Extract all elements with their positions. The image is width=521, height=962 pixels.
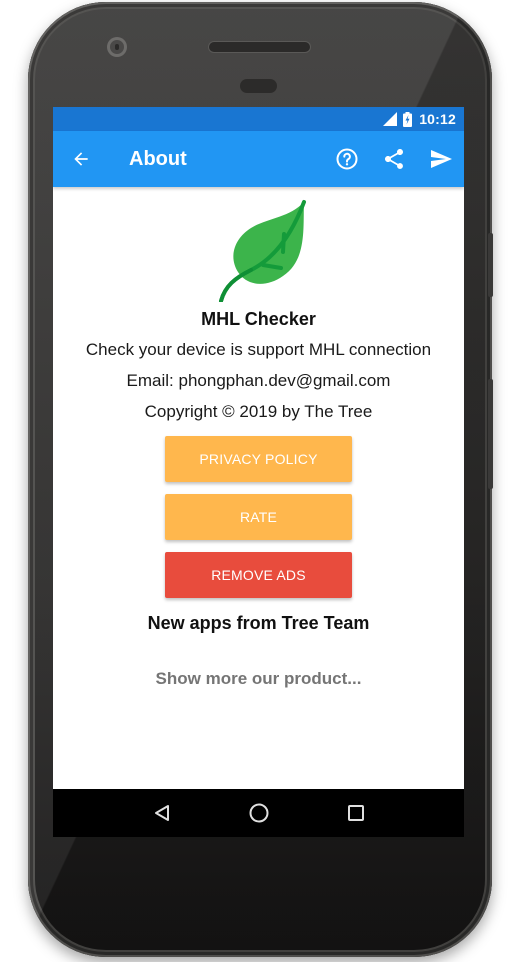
page-title: About [129, 147, 187, 170]
copyright-text: Copyright © 2019 by The Tree [144, 402, 373, 421]
help-circle-icon [336, 148, 357, 170]
remove-ads-button[interactable]: REMOVE ADS [165, 552, 352, 598]
power-button [488, 233, 493, 297]
about-content: MHL Checker Check your device is support… [53, 187, 464, 789]
volume-button [488, 379, 493, 489]
back-button[interactable] [57, 135, 105, 183]
proximity-sensor [240, 79, 277, 93]
share-button[interactable] [370, 135, 417, 183]
arrow-back-icon [74, 152, 88, 166]
status-time: 10:12 [419, 111, 456, 127]
share-icon [384, 149, 403, 169]
battery-charging-icon [403, 111, 413, 127]
app-bar: About [53, 131, 464, 187]
app-name: MHL Checker [201, 309, 316, 329]
send-button[interactable] [417, 135, 464, 183]
app-bar-actions [323, 135, 464, 183]
back-triangle-icon [154, 805, 169, 821]
app-description: Check your device is support MHL connect… [85, 340, 432, 359]
earpiece-speaker [209, 42, 310, 52]
nav-recents-button[interactable] [326, 789, 386, 837]
rate-button[interactable]: RATE [165, 494, 352, 540]
new-apps-heading: New apps from Tree Team [147, 613, 370, 633]
nav-home-button[interactable] [229, 789, 289, 837]
nav-back-button[interactable] [132, 789, 192, 837]
leaf-icon [218, 200, 306, 302]
recents-square-icon [347, 805, 364, 821]
privacy-policy-button[interactable]: PRIVACY POLICY [165, 436, 352, 482]
contact-email[interactable]: Email: phongphan.dev@gmail.com [127, 370, 391, 391]
signal-icon [383, 112, 398, 126]
home-circle-icon [249, 803, 268, 823]
status-bar: 10:12 [53, 107, 464, 131]
help-button[interactable] [323, 135, 370, 183]
send-icon [430, 150, 452, 168]
system-nav-bar [53, 789, 464, 837]
screen: 10:12 About MHL Checker Check your devic… [53, 107, 464, 837]
show-more-products-link[interactable]: Show more our product... [156, 669, 362, 689]
front-camera [107, 37, 127, 57]
